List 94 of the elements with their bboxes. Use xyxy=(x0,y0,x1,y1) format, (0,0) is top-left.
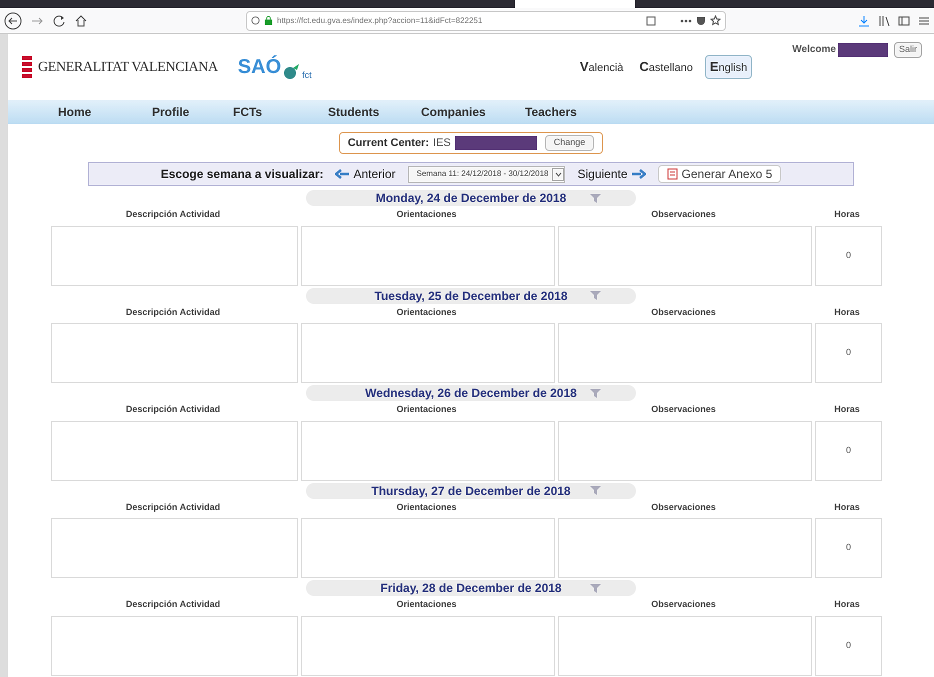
column-header: Orientaciones xyxy=(395,500,458,514)
info-icon[interactable] xyxy=(251,16,260,25)
report-button[interactable]: Generar Anexo 5 xyxy=(658,165,782,183)
hours-cell: 0 xyxy=(815,518,882,578)
column-header: Observaciones xyxy=(650,208,717,221)
filter-icon[interactable] xyxy=(590,486,601,495)
language-link[interactable]: Castellano xyxy=(635,56,697,78)
reload-icon[interactable] xyxy=(52,14,66,28)
text-area[interactable] xyxy=(51,323,298,383)
nav-link[interactable]: Profile xyxy=(152,103,190,121)
nav-link[interactable]: Students xyxy=(328,103,380,121)
star-icon[interactable] xyxy=(710,15,721,26)
change-button[interactable]: Change xyxy=(544,135,594,151)
day-header: Friday, 28 de December de 2018 xyxy=(306,580,636,596)
address-bar[interactable]: https://fct.edu.gva.es/index.php?accion=11&idFct=822251 xyxy=(246,10,726,30)
home-icon[interactable] xyxy=(74,14,88,28)
browser-tab[interactable] xyxy=(515,0,635,8)
redaction-bar xyxy=(838,42,888,57)
previous-link[interactable]: Anterior xyxy=(335,165,396,183)
filter-icon[interactable] xyxy=(590,388,601,398)
text-area[interactable] xyxy=(51,518,298,578)
text-area[interactable] xyxy=(51,226,298,286)
sidebar-icon[interactable] xyxy=(898,14,910,26)
column-header: Horas xyxy=(833,500,861,514)
text-area[interactable] xyxy=(301,518,555,578)
welcome-label: Welcome xyxy=(792,43,836,58)
day-header: Monday, 24 de December de 2018 xyxy=(306,190,636,206)
next-link[interactable]: Siguiente xyxy=(577,165,646,183)
app-logo: SAÓ xyxy=(238,54,282,80)
url-text: https://fct.edu.gva.es/index.php?accion=11&idFct=822251 xyxy=(277,14,482,26)
leaf-icon xyxy=(281,62,302,82)
column-header: Observaciones xyxy=(650,403,717,416)
language-link[interactable]: Valencià xyxy=(576,56,628,78)
text-area[interactable] xyxy=(558,226,812,286)
column-header: Descripción Actividad xyxy=(124,598,222,611)
column-header: Descripción Actividad xyxy=(124,208,222,221)
more-icon[interactable] xyxy=(680,18,692,22)
text-area[interactable] xyxy=(558,518,812,578)
hours-cell: 0 xyxy=(815,420,882,480)
text-area[interactable] xyxy=(558,323,812,383)
text-area[interactable] xyxy=(558,616,812,676)
text-area[interactable] xyxy=(301,323,555,383)
column-header: Orientaciones xyxy=(395,208,458,221)
text-area[interactable] xyxy=(51,616,298,676)
day-header: Thursday, 27 de December de 2018 xyxy=(306,482,636,498)
nav-link[interactable]: Companies xyxy=(421,103,486,121)
download-icon[interactable] xyxy=(858,14,870,26)
column-header: Horas xyxy=(833,208,861,221)
column-header: Horas xyxy=(833,306,861,318)
text-area[interactable] xyxy=(558,420,812,480)
dropdown-icon[interactable] xyxy=(554,172,562,176)
column-header: Observaciones xyxy=(650,306,717,318)
library-icon[interactable] xyxy=(878,14,890,26)
hours-cell: 0 xyxy=(815,323,882,383)
logo-text: GENERALITAT VALENCIANA xyxy=(38,58,218,76)
language-link[interactable]: English xyxy=(704,55,752,79)
hours-cell: 0 xyxy=(815,226,882,286)
week-label: Escoge semana a visualizar: xyxy=(160,166,324,183)
day-header: Wednesday, 26 de December de 2018 xyxy=(306,385,636,401)
column-header: Descripción Actividad xyxy=(124,403,222,416)
nav-link[interactable]: FCTs xyxy=(233,103,262,121)
column-header: Observaciones xyxy=(650,500,717,514)
back-icon[interactable] xyxy=(4,12,22,30)
hours-cell: 0 xyxy=(815,616,882,676)
center-label: Current Center: xyxy=(348,136,430,151)
text-area[interactable] xyxy=(51,420,298,480)
text-area[interactable] xyxy=(301,226,555,286)
logout-button[interactable]: Salir xyxy=(894,42,922,58)
filter-icon[interactable] xyxy=(590,291,601,300)
column-header: Descripción Actividad xyxy=(124,500,222,514)
column-header: Horas xyxy=(833,598,861,611)
column-header: Observaciones xyxy=(650,598,717,611)
day-header: Tuesday, 25 de December de 2018 xyxy=(306,288,636,304)
nav-link[interactable]: Home xyxy=(58,103,92,121)
left-arrow-icon xyxy=(335,169,350,179)
column-header: Horas xyxy=(833,403,861,416)
app-subtitle: fct xyxy=(302,68,312,82)
right-arrow-icon xyxy=(632,169,646,179)
flag-logo-icon xyxy=(20,54,34,80)
text-area[interactable] xyxy=(301,420,555,480)
reader-icon[interactable] xyxy=(646,16,656,26)
filter-icon[interactable] xyxy=(590,194,601,202)
menu-icon[interactable] xyxy=(918,14,930,26)
column-header: Orientaciones xyxy=(395,403,458,416)
filter-icon[interactable] xyxy=(590,584,601,592)
column-header: Orientaciones xyxy=(395,598,458,611)
lock-icon xyxy=(264,16,273,25)
text-area[interactable] xyxy=(301,616,555,676)
pocket-icon[interactable] xyxy=(696,16,706,26)
center-value: IES xyxy=(433,136,451,151)
column-header: Orientaciones xyxy=(395,306,458,318)
nav-link[interactable]: Teachers xyxy=(525,103,577,121)
week-select[interactable]: Semana 11: 24/12/2018 - 30/12/2018 xyxy=(408,166,566,182)
column-header: Descripción Actividad xyxy=(124,306,222,319)
